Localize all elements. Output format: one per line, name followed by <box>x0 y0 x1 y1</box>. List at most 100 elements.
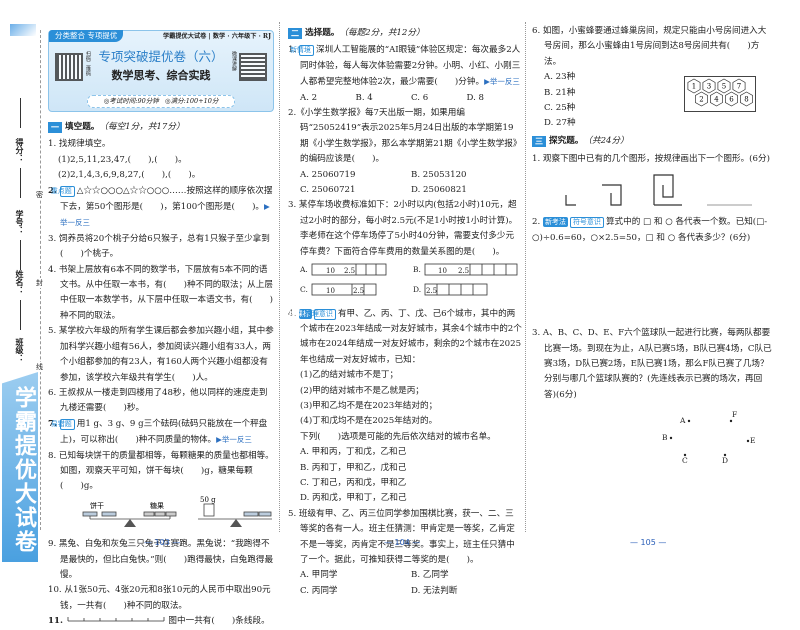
choice-question-1: 1. 新情境 深圳人工智能展的“AI眼镜”体验区规定：每次最多2人同时体验，每人每… <box>288 45 521 88</box>
option-b-label[interactable]: B. <box>413 265 421 274</box>
question-3: 3. 饲养员将20个桃子分给6只猴子，总有1只猴子至少拿到( )个桃子。 <box>48 233 270 260</box>
option-d[interactable]: D. 27种 <box>532 116 772 131</box>
question-7: 7. 易错题 用1 g、3 g、9 g三个砝码(砝码只能放在一个秤盘上)，可以称出… <box>48 417 274 449</box>
option-d[interactable]: D. 无法判断 <box>411 584 522 599</box>
option-b[interactable]: B. 乙同学 <box>411 568 522 583</box>
option-a[interactable]: A. 25060719 <box>300 168 411 183</box>
question-2: 2. 重点题 △☆☆○○○△☆☆○○○……按照这样的顺序依次摆下去，第50个图形是… <box>48 184 274 232</box>
cell-number: 7 <box>737 83 741 91</box>
point-c[interactable]: C <box>682 456 688 465</box>
class-line[interactable] <box>20 300 21 330</box>
option-a[interactable]: A. 2 <box>300 91 356 106</box>
student-id-line[interactable] <box>20 168 21 198</box>
honeycomb-figure: 1 3 5 7 2 4 6 8 <box>684 76 756 113</box>
name-line[interactable] <box>20 240 21 270</box>
option-d[interactable]: D. 25060821 <box>411 183 522 198</box>
exam-time: ◎考试时间:90分钟 <box>103 97 159 105</box>
tag-error-prone: 易错题 <box>51 418 75 430</box>
option-b[interactable]: B. 25053120 <box>411 168 522 183</box>
choice-question-3: 3. 某停车场收费标准如下：2小时以内(包括2小时)10元，超过2小时的部分，每… <box>288 200 518 257</box>
option-c[interactable]: C. 6 <box>411 91 467 106</box>
option-d[interactable]: D. 丙和戊，甲和丁，乙和己 <box>288 491 522 506</box>
student-id-label: 学号： <box>15 210 24 234</box>
paper-title: 专项突破提优卷（六） <box>98 49 224 64</box>
option-c-label[interactable]: C. <box>300 285 308 294</box>
point-a[interactable]: A <box>679 416 686 425</box>
cell-number: 5 <box>722 83 726 91</box>
score-line <box>20 98 21 128</box>
score-label: 得分： <box>15 138 24 162</box>
candy-label: 糖果 <box>150 501 164 510</box>
section-3-heading: 三探究题。 （共24分） <box>532 134 772 149</box>
choice-options: A. 2 B. 4 C. 6 D. 8 <box>288 91 522 106</box>
choice-question-2: 2.《小学生数学报》每7天出版一期，如果用编码“25052419”表示2025年… <box>288 108 522 165</box>
condition: (3)甲和乙均不是在2023年结对的； <box>300 400 438 411</box>
section-title: 探究题。 <box>549 136 584 147</box>
related-link[interactable]: ▶举一反三 <box>484 77 520 86</box>
answer-space[interactable] <box>532 246 772 326</box>
full-score: ◎满分:100+10分 <box>164 97 219 105</box>
option-b[interactable]: B. 4 <box>356 91 412 106</box>
segment-figure <box>67 617 165 622</box>
q-ask: 下列( )选项是可能的先后依次结对的城市名单。 <box>300 431 496 442</box>
question-4: 4. 书架上层放有6本不同的数学书，下层放有5本不同的语文书。从中任取一本书，有… <box>48 264 273 321</box>
option-c-bar <box>311 283 377 296</box>
spine-band: 学霸提优大试卷 <box>2 372 38 562</box>
section-note: （共24分） <box>583 136 629 147</box>
question-1-2: (2)2,1,4,3,6,9,8,27,( ),( )。 <box>58 170 201 181</box>
cell-number: 6 <box>729 96 734 104</box>
q-num: 11. <box>48 616 63 627</box>
section-2-heading: 二选择题。 （每题2分，共12分） <box>288 26 522 41</box>
condition: (1)乙的结对城市不是丁； <box>300 370 399 381</box>
paper-subtitle: 数学思考、综合实践 <box>111 69 211 82</box>
option-a-label[interactable]: A. <box>299 265 308 274</box>
option-d[interactable]: D. 8 <box>467 91 523 106</box>
choice-options: A. 25060719 B. 25053120 C. 25060721 D. 2506… <box>288 168 522 199</box>
question-5: 5. 某学校六年级的所有学生课后都会参加兴趣小组，其中参加科学兴趣小组有56人，… <box>48 326 274 383</box>
column-divider <box>279 22 280 532</box>
option-c[interactable]: C. 25060721 <box>300 183 411 198</box>
fulcrum <box>124 518 136 527</box>
point-b[interactable]: B <box>662 433 668 442</box>
condition: (2)甲的结对城市不是乙就是丙； <box>300 385 424 396</box>
option-d-label[interactable]: D. <box>413 285 421 294</box>
fulcrum <box>230 518 242 527</box>
cell-number: 8 <box>744 96 748 104</box>
tag-symbol: 符号意识 <box>569 217 604 229</box>
cut-mark: 封 <box>36 278 43 288</box>
point-d[interactable]: D <box>722 456 728 465</box>
point-f[interactable]: F <box>732 410 737 419</box>
bar-value: 2.5 <box>344 267 355 275</box>
question-11: 11. 图中一共有( )条线段。 <box>48 614 274 629</box>
bar-value: 2.5 <box>458 267 469 275</box>
bar-value: 10 <box>326 287 335 295</box>
section-note: （每题2分，共12分） <box>339 28 425 38</box>
cell-number: 4 <box>714 96 719 104</box>
weight-label: 50 g <box>200 496 216 504</box>
explore-question-3: 3. A、B、C、D、E、F六个篮球队一起进行比赛，每两队都要比赛一场。到现在为… <box>532 328 772 400</box>
choice-options: A. 甲同学 B. 乙同学 C. 丙同学 D. 无法判断 <box>288 568 522 599</box>
bar-value: 2.5 <box>353 287 364 295</box>
q6-body: A. 23种 B. 21种 C. 25种 D. 27种 13572468 <box>532 70 772 132</box>
cookie-label: 饼干 <box>90 501 104 510</box>
option-a[interactable]: A. 甲和丙，丁和戊，乙和己 <box>288 445 522 460</box>
section-1-heading: 一填空题。 （每空1分，共17分） <box>48 120 274 135</box>
option-b[interactable]: B. 丙和丁，甲和乙，戊和己 <box>288 461 522 476</box>
point-e[interactable]: E <box>750 436 755 445</box>
question-10: 10. 从1张50元、4张20元和8张10元的人民币中取出90元钱，一共有( )… <box>48 585 271 611</box>
option-a[interactable]: A. 甲同学 <box>300 568 411 583</box>
option-c[interactable]: C. 丙同学 <box>300 584 411 599</box>
tag-new-method: 新考法 <box>542 217 568 228</box>
page-number: — 105 — <box>630 538 667 547</box>
tag-new-context: 新情境 <box>290 45 314 57</box>
pattern-2 <box>602 184 622 206</box>
bar-value: 10 <box>438 267 447 275</box>
section-number: 三 <box>532 136 546 148</box>
column-2: 二选择题。 （每题2分，共12分） 1. 新情境 深圳人工智能展的“AI眼镜”体验区… <box>288 24 522 599</box>
question-8: 8. 已知每块饼干的质量都相等，每颗糖果的质量也都相等。如图，观察天平可知，饼干… <box>48 450 274 492</box>
related-link[interactable]: ▶举一反三 <box>216 435 252 444</box>
cell-number: 3 <box>707 83 711 91</box>
page-number: — 103 — <box>144 538 181 547</box>
option-c[interactable]: C. 丁和己，丙和戊，甲和乙 <box>288 476 522 491</box>
section-title: 填空题。 <box>65 122 100 132</box>
